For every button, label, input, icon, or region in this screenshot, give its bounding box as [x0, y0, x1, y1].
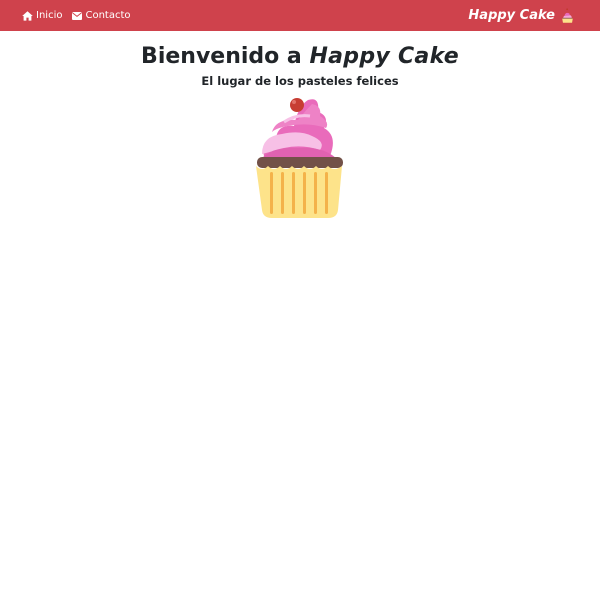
nav-link-contacto[interactable]: Contacto — [72, 10, 131, 21]
brand-label: Happy Cake — [468, 8, 555, 23]
home-icon — [22, 10, 33, 21]
envelope-icon — [72, 11, 83, 20]
hero-section: Bienvenido a Happy Cake El lugar de los … — [0, 31, 600, 220]
nav-link-contacto-label: Contacto — [85, 10, 131, 21]
navbar-brand[interactable]: Happy Cake — [468, 8, 574, 23]
cupcake-icon — [562, 8, 573, 23]
top-navbar: Inicio Contacto Happy Cake — [0, 0, 600, 31]
page-subtitle: El lugar de los pasteles felices — [201, 74, 399, 88]
nav-links: Inicio Contacto — [22, 10, 131, 21]
title-prefix: Bienvenido a — [141, 44, 310, 69]
title-brand: Happy Cake — [309, 44, 459, 69]
nav-link-inicio-label: Inicio — [36, 10, 63, 21]
nav-link-inicio[interactable]: Inicio — [22, 10, 62, 21]
page-title: Bienvenido a Happy Cake — [141, 44, 459, 69]
cupcake-illustration — [256, 98, 343, 218]
